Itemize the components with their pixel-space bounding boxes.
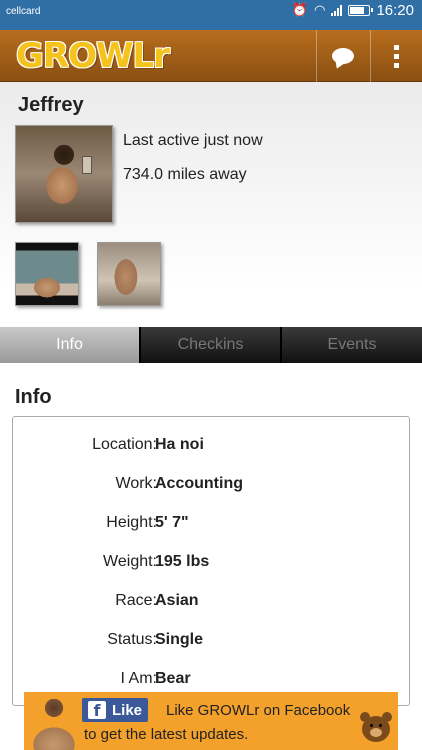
- info-value: Ha noi: [155, 436, 204, 453]
- info-row-work: Work: Accounting: [13, 475, 411, 499]
- alarm-icon: ⏰: [291, 2, 309, 17]
- overflow-menu-button[interactable]: [370, 30, 422, 82]
- info-label: Weight:: [103, 553, 157, 570]
- profile-header: Jeffrey Last active just now 734.0 miles…: [0, 82, 422, 327]
- wifi-icon: ◠: [314, 2, 326, 17]
- info-value: Bear: [155, 670, 191, 687]
- app-logo: GROWLr: [16, 36, 170, 76]
- distance-text: 734.0 miles away: [123, 166, 247, 183]
- profile-name: Jeffrey: [18, 94, 84, 116]
- info-value: Asian: [155, 592, 199, 609]
- facebook-like-button[interactable]: f Like: [82, 698, 149, 722]
- like-label: Like: [112, 701, 143, 719]
- info-row-height: Height: 5' 7": [13, 514, 411, 538]
- ad-person-image: [28, 696, 80, 750]
- info-row-i-am: I Am: Bear: [13, 670, 411, 694]
- info-label: Race:: [115, 592, 157, 609]
- profile-tabs: Info Checkins Events: [0, 327, 422, 363]
- profile-main-photo[interactable]: [15, 125, 113, 223]
- battery-icon: [348, 4, 374, 16]
- info-card: Location: Ha noi Work: Accounting Height…: [12, 416, 410, 706]
- tab-checkins[interactable]: Checkins: [141, 327, 282, 363]
- facebook-ad-banner[interactable]: f Like Like GROWLr on Facebook to get th…: [24, 692, 398, 750]
- info-heading: Info: [15, 386, 52, 408]
- info-label: Height:: [106, 514, 157, 531]
- info-value: Accounting: [155, 475, 243, 492]
- last-active-text: Last active just now: [123, 132, 263, 149]
- carrier-name: cellcard: [6, 6, 41, 17]
- info-row-weight: Weight: 195 lbs: [13, 553, 411, 577]
- chat-icon: [331, 48, 354, 64]
- facebook-icon: f: [88, 701, 106, 719]
- info-row-race: Race: Asian: [13, 592, 411, 616]
- info-row-location: Location: Ha noi: [13, 436, 411, 460]
- info-row-status: Status: Single: [13, 631, 411, 655]
- info-label: I Am:: [120, 670, 157, 687]
- info-value: Single: [155, 631, 204, 648]
- info-label: Status:: [107, 631, 157, 648]
- profile-photo-thumbnail[interactable]: [97, 242, 161, 306]
- status-icons: ⏰ ◠ 16:20: [292, 0, 414, 20]
- clock: 16:20: [376, 1, 414, 19]
- tab-info[interactable]: Info: [0, 327, 141, 363]
- profile-photo-thumbnail[interactable]: [15, 242, 79, 306]
- status-bar: cellcard ⏰ ◠ 16:20: [0, 0, 422, 30]
- chat-button[interactable]: [316, 30, 368, 82]
- info-label: Location:: [92, 436, 157, 453]
- info-label: Work:: [115, 475, 157, 492]
- bear-mascot-icon: [360, 712, 392, 742]
- overflow-menu-icon: [394, 44, 399, 68]
- info-value: 5' 7": [155, 514, 189, 531]
- app-bar: GROWLr: [0, 30, 422, 82]
- ad-text-line1: Like GROWLr on Facebook: [166, 702, 351, 719]
- tab-events[interactable]: Events: [282, 327, 422, 363]
- phone-in-photo: [82, 156, 92, 174]
- ad-text-line2: to get the latest updates.: [84, 726, 249, 743]
- info-value: 195 lbs: [155, 553, 210, 570]
- signal-icon: [331, 4, 343, 16]
